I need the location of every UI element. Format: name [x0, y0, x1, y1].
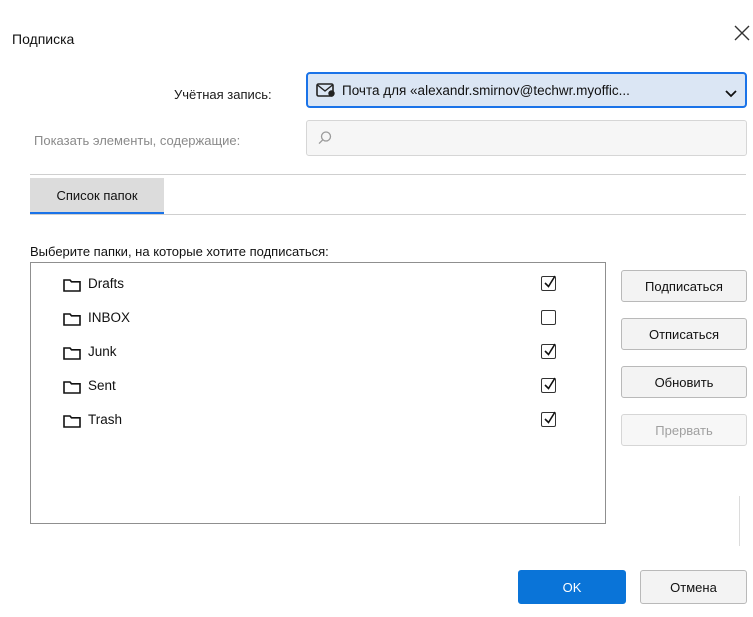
account-select-value: Почта для «alexandr.smirnov@techwr.myoff… [342, 82, 630, 98]
folder-row-drafts[interactable]: Drafts [31, 269, 605, 301]
stop-button[interactable]: Прервать [621, 414, 747, 446]
folder-icon [63, 312, 81, 326]
folders-list[interactable]: Drafts INBOX Junk Sent Trash [30, 262, 606, 524]
folder-checkbox[interactable] [541, 343, 556, 359]
folders-list-label: Выберите папки, на которые хотите подпис… [30, 244, 329, 259]
account-label: Учётная запись: [174, 87, 272, 102]
window-title: Подписка [12, 31, 75, 47]
filter-field[interactable] [306, 120, 747, 156]
folder-name: INBOX [88, 310, 131, 325]
folder-icon [63, 278, 81, 292]
folder-row-sent[interactable]: Sent [31, 371, 605, 403]
folder-name: Drafts [88, 276, 125, 291]
title-bar: Подписка [0, 0, 753, 62]
search-icon [317, 130, 333, 146]
chevron-down-icon [725, 86, 737, 98]
folder-row-trash[interactable]: Trash [31, 405, 605, 437]
folder-name: Sent [88, 378, 116, 393]
folder-name: Trash [88, 412, 123, 427]
mail-account-icon [316, 82, 336, 98]
folder-icon [63, 414, 81, 428]
folder-checkbox[interactable] [541, 275, 556, 291]
separator [30, 174, 746, 175]
divider [739, 496, 740, 546]
folder-icon [63, 346, 81, 360]
refresh-button[interactable]: Обновить [621, 366, 747, 398]
folder-name: Junk [88, 344, 117, 359]
tab-underline [30, 214, 746, 215]
folder-row-inbox[interactable]: INBOX [31, 303, 605, 335]
close-icon[interactable] [731, 22, 753, 44]
folder-icon [63, 380, 81, 394]
ok-button[interactable]: OK [518, 570, 626, 604]
cancel-button[interactable]: Отмена [640, 570, 747, 604]
filter-input[interactable] [339, 127, 743, 151]
filter-label: Показать элементы, содержащие: [34, 133, 241, 148]
folder-checkbox[interactable] [541, 411, 556, 427]
tab-folder-list[interactable]: Список папок [30, 178, 164, 214]
folder-row-junk[interactable]: Junk [31, 337, 605, 369]
unsubscribe-button[interactable]: Отписаться [621, 318, 747, 350]
subscribe-button[interactable]: Подписаться [621, 270, 747, 302]
folder-checkbox[interactable] [541, 310, 556, 325]
folder-checkbox[interactable] [541, 377, 556, 393]
account-select[interactable]: Почта для «alexandr.smirnov@techwr.myoff… [306, 72, 747, 108]
